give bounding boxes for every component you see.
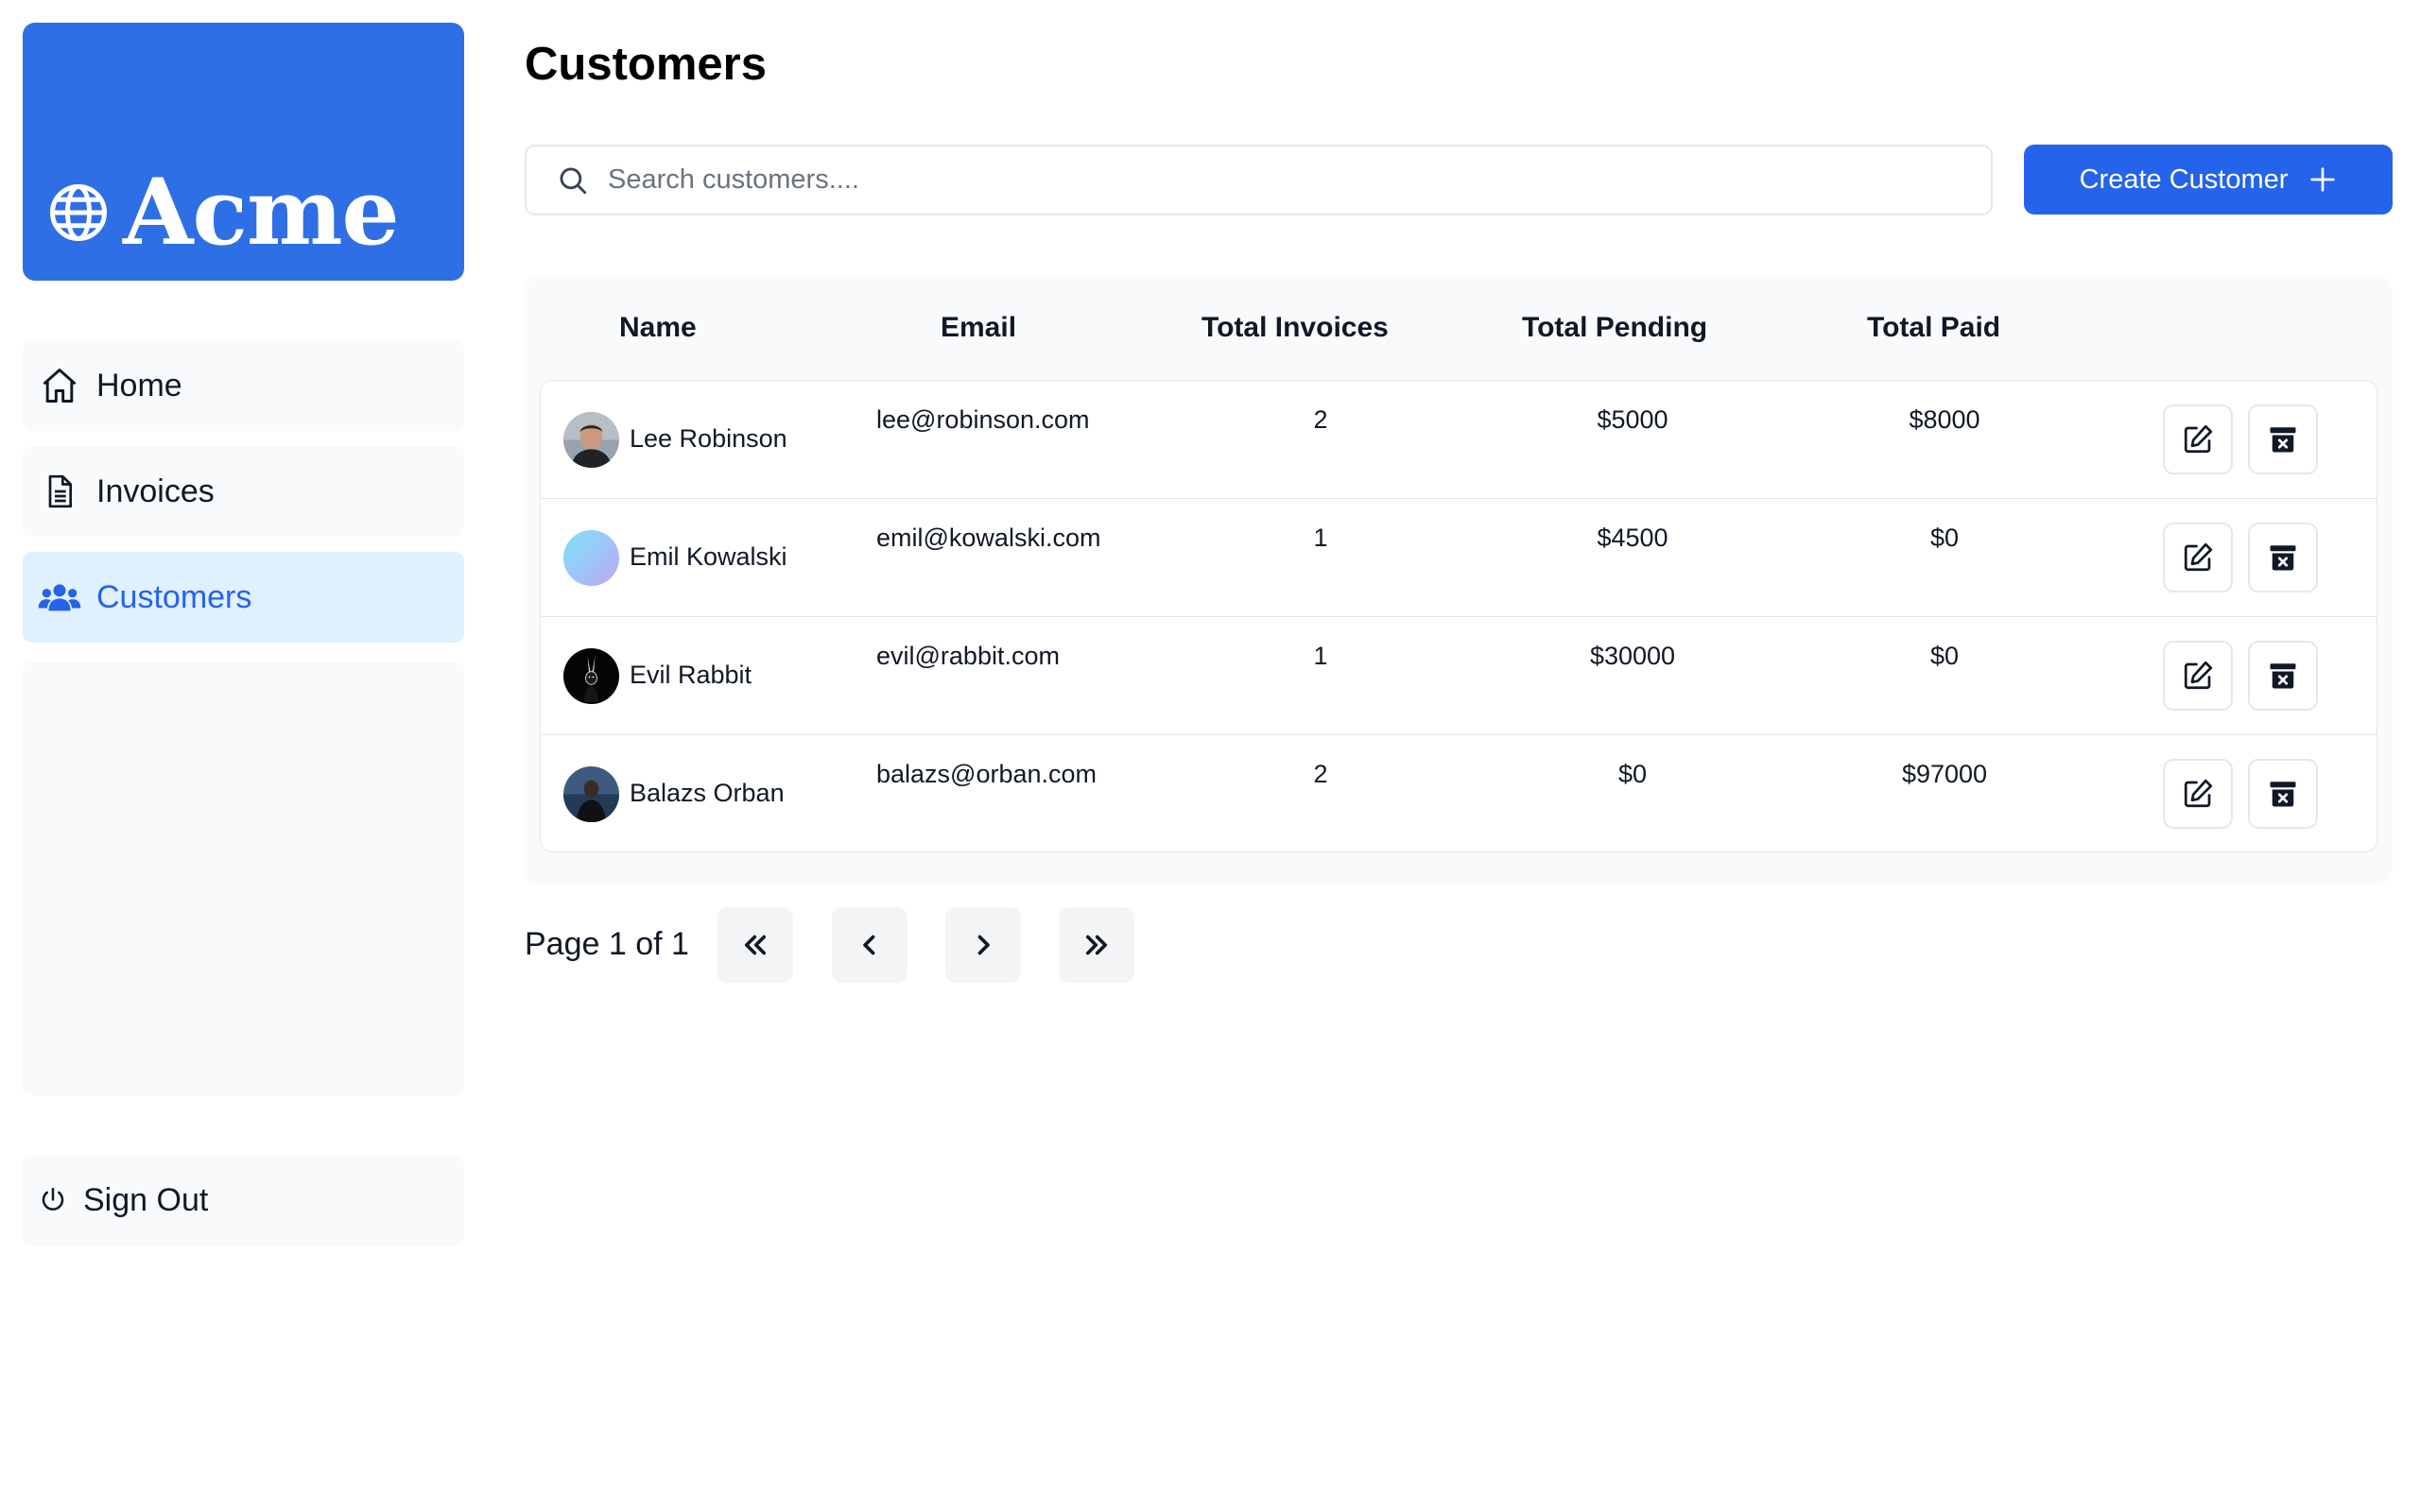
customer-email: evil@rabbit.com	[876, 642, 1060, 670]
sidebar-spacer	[23, 662, 464, 1096]
total-pending: $0	[1617, 760, 1648, 788]
customers-table: Name Email Total Invoices Total Pending …	[525, 276, 2393, 885]
previous-page-button[interactable]	[832, 907, 908, 983]
avatar	[563, 766, 619, 822]
avatar	[563, 648, 619, 704]
search-input[interactable]	[608, 164, 1991, 196]
pagination-status: Page 1 of 1	[525, 926, 689, 962]
edit-icon	[2184, 661, 2213, 690]
archive-icon	[2270, 427, 2296, 453]
total-paid: $8000	[1909, 405, 1980, 434]
column-header-email: Email	[941, 312, 1017, 343]
customer-name: Lee Robinson	[630, 424, 787, 453]
total-invoices: 2	[1313, 405, 1328, 434]
chevron-left-icon	[863, 935, 875, 955]
delete-button[interactable]	[2248, 641, 2318, 711]
logo-panel[interactable]: Acme	[23, 23, 464, 281]
edit-icon	[2184, 779, 2213, 808]
avatar	[563, 530, 619, 586]
customer-name: Evil Rabbit	[630, 661, 752, 689]
edit-button[interactable]	[2163, 523, 2233, 593]
first-page-button[interactable]	[717, 907, 793, 983]
page-title: Customers	[525, 39, 767, 90]
delete-button[interactable]	[2248, 523, 2318, 593]
column-header-total-pending: Total Pending	[1522, 312, 1708, 343]
table-row: Lee Robinson lee@robinson.com 2 $5000 $8…	[541, 381, 2377, 499]
power-icon	[38, 1178, 68, 1222]
total-invoices: 2	[1313, 760, 1328, 788]
archive-icon	[2270, 663, 2296, 689]
edit-button[interactable]	[2163, 759, 2233, 829]
total-paid: $0	[1929, 524, 1960, 552]
plus-icon	[2310, 167, 2336, 192]
chevrons-right-icon	[1085, 935, 1108, 955]
customer-email: emil@kowalski.com	[876, 524, 1101, 552]
customer-email: lee@robinson.com	[876, 405, 1090, 434]
edit-icon	[2184, 424, 2213, 454]
home-icon	[38, 364, 81, 407]
chevrons-left-icon	[744, 935, 767, 955]
table-row: Emil Kowalski emil@kowalski.com 1 $4500 …	[541, 499, 2377, 617]
chevron-right-icon	[977, 935, 990, 955]
logo-text: Acme	[123, 159, 400, 266]
sidebar-item-label: Invoices	[96, 472, 215, 509]
archive-icon	[2270, 782, 2296, 807]
edit-button[interactable]	[2163, 641, 2233, 711]
document-icon	[38, 470, 81, 513]
archive-icon	[2270, 545, 2296, 571]
edit-button[interactable]	[2163, 404, 2233, 474]
logo: Acme	[47, 159, 400, 266]
column-header-name: Name	[619, 312, 697, 343]
total-pending: $5000	[1597, 405, 1668, 434]
customer-email: balazs@orban.com	[876, 760, 1098, 788]
create-customer-button[interactable]: Create Customer	[2024, 145, 2393, 215]
total-invoices: 1	[1313, 524, 1328, 552]
search-box[interactable]	[525, 145, 1993, 215]
sign-out-label: Sign Out	[83, 1181, 209, 1218]
delete-button[interactable]	[2248, 404, 2318, 474]
total-pending: $30000	[1589, 642, 1676, 670]
total-pending: $4500	[1597, 524, 1668, 552]
total-invoices: 1	[1313, 642, 1328, 670]
table-row: Balazs Orban balazs@orban.com 2 $0 $9700…	[541, 735, 2377, 851]
next-page-button[interactable]	[945, 907, 1021, 983]
users-icon	[38, 576, 81, 619]
table-row: Evil Rabbit evil@rabbit.com 1 $30000 $0	[541, 617, 2377, 735]
edit-icon	[2184, 542, 2213, 572]
customer-name: Emil Kowalski	[630, 542, 787, 571]
globe-icon	[50, 184, 107, 241]
column-header-total-invoices: Total Invoices	[1201, 312, 1389, 343]
delete-button[interactable]	[2248, 759, 2318, 829]
last-page-button[interactable]	[1059, 907, 1134, 983]
table-body: Lee Robinson lee@robinson.com 2 $5000 $8…	[540, 380, 2377, 852]
create-customer-label: Create Customer	[2079, 163, 2289, 195]
search-icon	[560, 167, 587, 194]
sidebar-item-label: Home	[96, 367, 182, 404]
column-header-total-paid: Total Paid	[1867, 312, 2001, 343]
total-paid: $97000	[1901, 760, 1988, 788]
avatar	[563, 412, 619, 468]
sidebar-item-customers[interactable]: Customers	[23, 552, 464, 643]
sidebar-item-label: Customers	[96, 578, 252, 615]
total-paid: $0	[1929, 642, 1960, 670]
sidebar-item-invoices[interactable]: Invoices	[23, 446, 464, 537]
sign-out-button[interactable]: Sign Out	[23, 1155, 464, 1246]
sidebar-item-home[interactable]: Home	[23, 340, 464, 431]
customer-name: Balazs Orban	[630, 779, 785, 807]
